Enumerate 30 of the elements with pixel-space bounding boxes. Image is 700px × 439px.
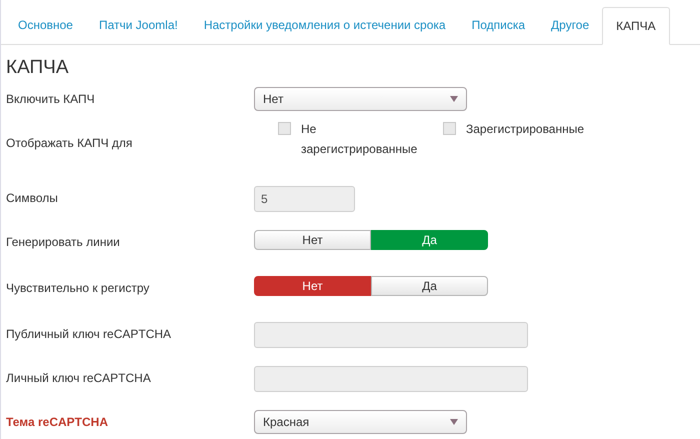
checkbox-label: Не зарегистрированные bbox=[301, 121, 418, 158]
tab[interactable]: Основное bbox=[5, 6, 86, 44]
field-label: Чувствительно к регистру bbox=[6, 280, 150, 297]
input-field[interactable] bbox=[254, 366, 528, 392]
dropdown[interactable]: Красная bbox=[254, 410, 467, 434]
caret-icon bbox=[450, 419, 458, 425]
caret-icon bbox=[450, 96, 458, 102]
tab[interactable]: Настройки уведомления о истечении срока bbox=[190, 6, 459, 44]
tab[interactable]: Другое bbox=[538, 6, 602, 44]
field-label: Генерировать линии bbox=[6, 234, 121, 251]
tab[interactable]: Подписка bbox=[458, 6, 538, 44]
input-field[interactable]: 5 bbox=[254, 186, 355, 212]
field-label: Отображать КАПЧ для bbox=[6, 135, 134, 152]
toggle-option[interactable]: Да bbox=[371, 230, 488, 250]
checkbox[interactable] bbox=[278, 122, 291, 135]
input-field[interactable] bbox=[254, 322, 528, 348]
tab[interactable]: Патчи Joomla! bbox=[86, 6, 191, 44]
field-label: Включить КАПЧ bbox=[6, 91, 96, 108]
checkbox[interactable] bbox=[443, 122, 456, 135]
field-label: Символы bbox=[6, 190, 59, 207]
checkbox-label: Зарегистрированные bbox=[466, 121, 584, 138]
field-label: Личный ключ reCAPTCHA bbox=[6, 370, 152, 387]
toggle-option[interactable]: Нет bbox=[254, 276, 371, 296]
section-heading: КАПЧА bbox=[6, 56, 70, 80]
toggle-option[interactable]: Да bbox=[371, 276, 488, 296]
tab[interactable]: КАПЧА bbox=[602, 7, 670, 45]
field-label: Тема reCAPTCHA bbox=[6, 414, 109, 431]
field-label: Публичный ключ reCAPTCHA bbox=[6, 326, 172, 343]
dropdown[interactable]: Нет bbox=[254, 87, 467, 111]
toggle-option[interactable]: Нет bbox=[254, 230, 371, 250]
